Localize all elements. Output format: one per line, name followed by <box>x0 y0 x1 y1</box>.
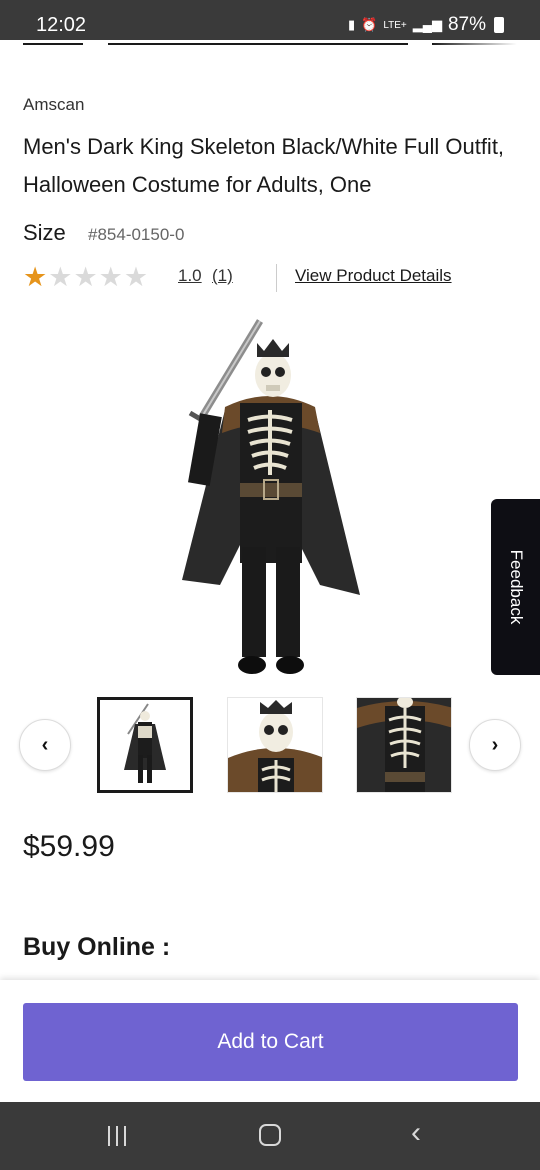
back-icon[interactable]: ‹ <box>411 1118 421 1148</box>
brand-name[interactable]: Amscan <box>23 95 84 115</box>
top-nav-underline-1 <box>23 43 83 45</box>
battery-percent: 87% <box>447 14 486 35</box>
alarm-icon: ⏰ <box>361 17 378 32</box>
system-nav-bar: ‹ <box>0 1102 540 1170</box>
feedback-tab[interactable]: Feedback <box>491 499 540 675</box>
rating-stars: ★ ★ ★ ★ ★ <box>23 261 149 292</box>
rating-row[interactable]: ★ ★ ★ ★ ★ 1.0 (1) <box>23 261 233 292</box>
costume-illustration <box>182 319 360 674</box>
product-price: $59.99 <box>23 830 115 863</box>
chevron-right-icon: › <box>491 733 499 756</box>
status-bar: 12:02 ▮ ⏰ LTE+ ▂▄▆ 87% <box>0 0 540 40</box>
star-empty-icon: ★ <box>48 261 73 292</box>
thumbnail-full-costume[interactable] <box>97 697 193 793</box>
buy-online-heading: Buy Online : <box>23 933 171 961</box>
add-to-cart-button[interactable]: Add to Cart <box>23 1003 518 1081</box>
rating-divider <box>276 264 277 292</box>
product-title: Men's Dark King Skeleton Black/White Ful… <box>23 134 505 197</box>
thumb-costume-image <box>124 703 166 783</box>
star-filled-icon: ★ <box>23 261 48 292</box>
chevron-left-icon: ‹ <box>41 733 49 756</box>
carousel-next-button[interactable]: › <box>469 719 521 771</box>
rating-value[interactable]: 1.0 <box>178 266 202 286</box>
thumb-torso-image <box>357 698 451 792</box>
review-count[interactable]: (1) <box>212 266 233 286</box>
star-empty-icon: ★ <box>123 261 149 292</box>
size-label: Size <box>23 220 66 245</box>
status-time: 12:02 <box>36 14 87 36</box>
top-nav-underline-2 <box>108 43 408 45</box>
battery-icon <box>494 17 504 33</box>
star-empty-icon: ★ <box>98 261 123 292</box>
product-main-image[interactable] <box>170 315 370 685</box>
star-empty-icon: ★ <box>73 261 98 292</box>
lock-icon: ▮ <box>347 17 356 32</box>
carousel-prev-button[interactable]: ‹ <box>19 719 71 771</box>
status-icons: ▮ ⏰ LTE+ ▂▄▆ 87% <box>348 14 504 36</box>
network-label: LTE+ <box>383 19 407 31</box>
thumbnail-skull-crown[interactable] <box>227 697 323 793</box>
product-sku: #854-0150-0 <box>88 225 185 244</box>
top-nav-underline-3 <box>432 43 517 45</box>
signal-icon: ▂▄▆ <box>412 17 442 32</box>
thumb-skull-image <box>228 700 322 792</box>
view-product-details-link[interactable]: View Product Details <box>295 266 452 286</box>
thumbnail-torso[interactable] <box>356 697 452 793</box>
sticky-cart-bar: Add to Cart <box>0 980 540 1102</box>
feedback-label: Feedback <box>506 549 526 625</box>
recents-icon[interactable] <box>108 1126 126 1146</box>
home-icon[interactable] <box>259 1124 281 1146</box>
